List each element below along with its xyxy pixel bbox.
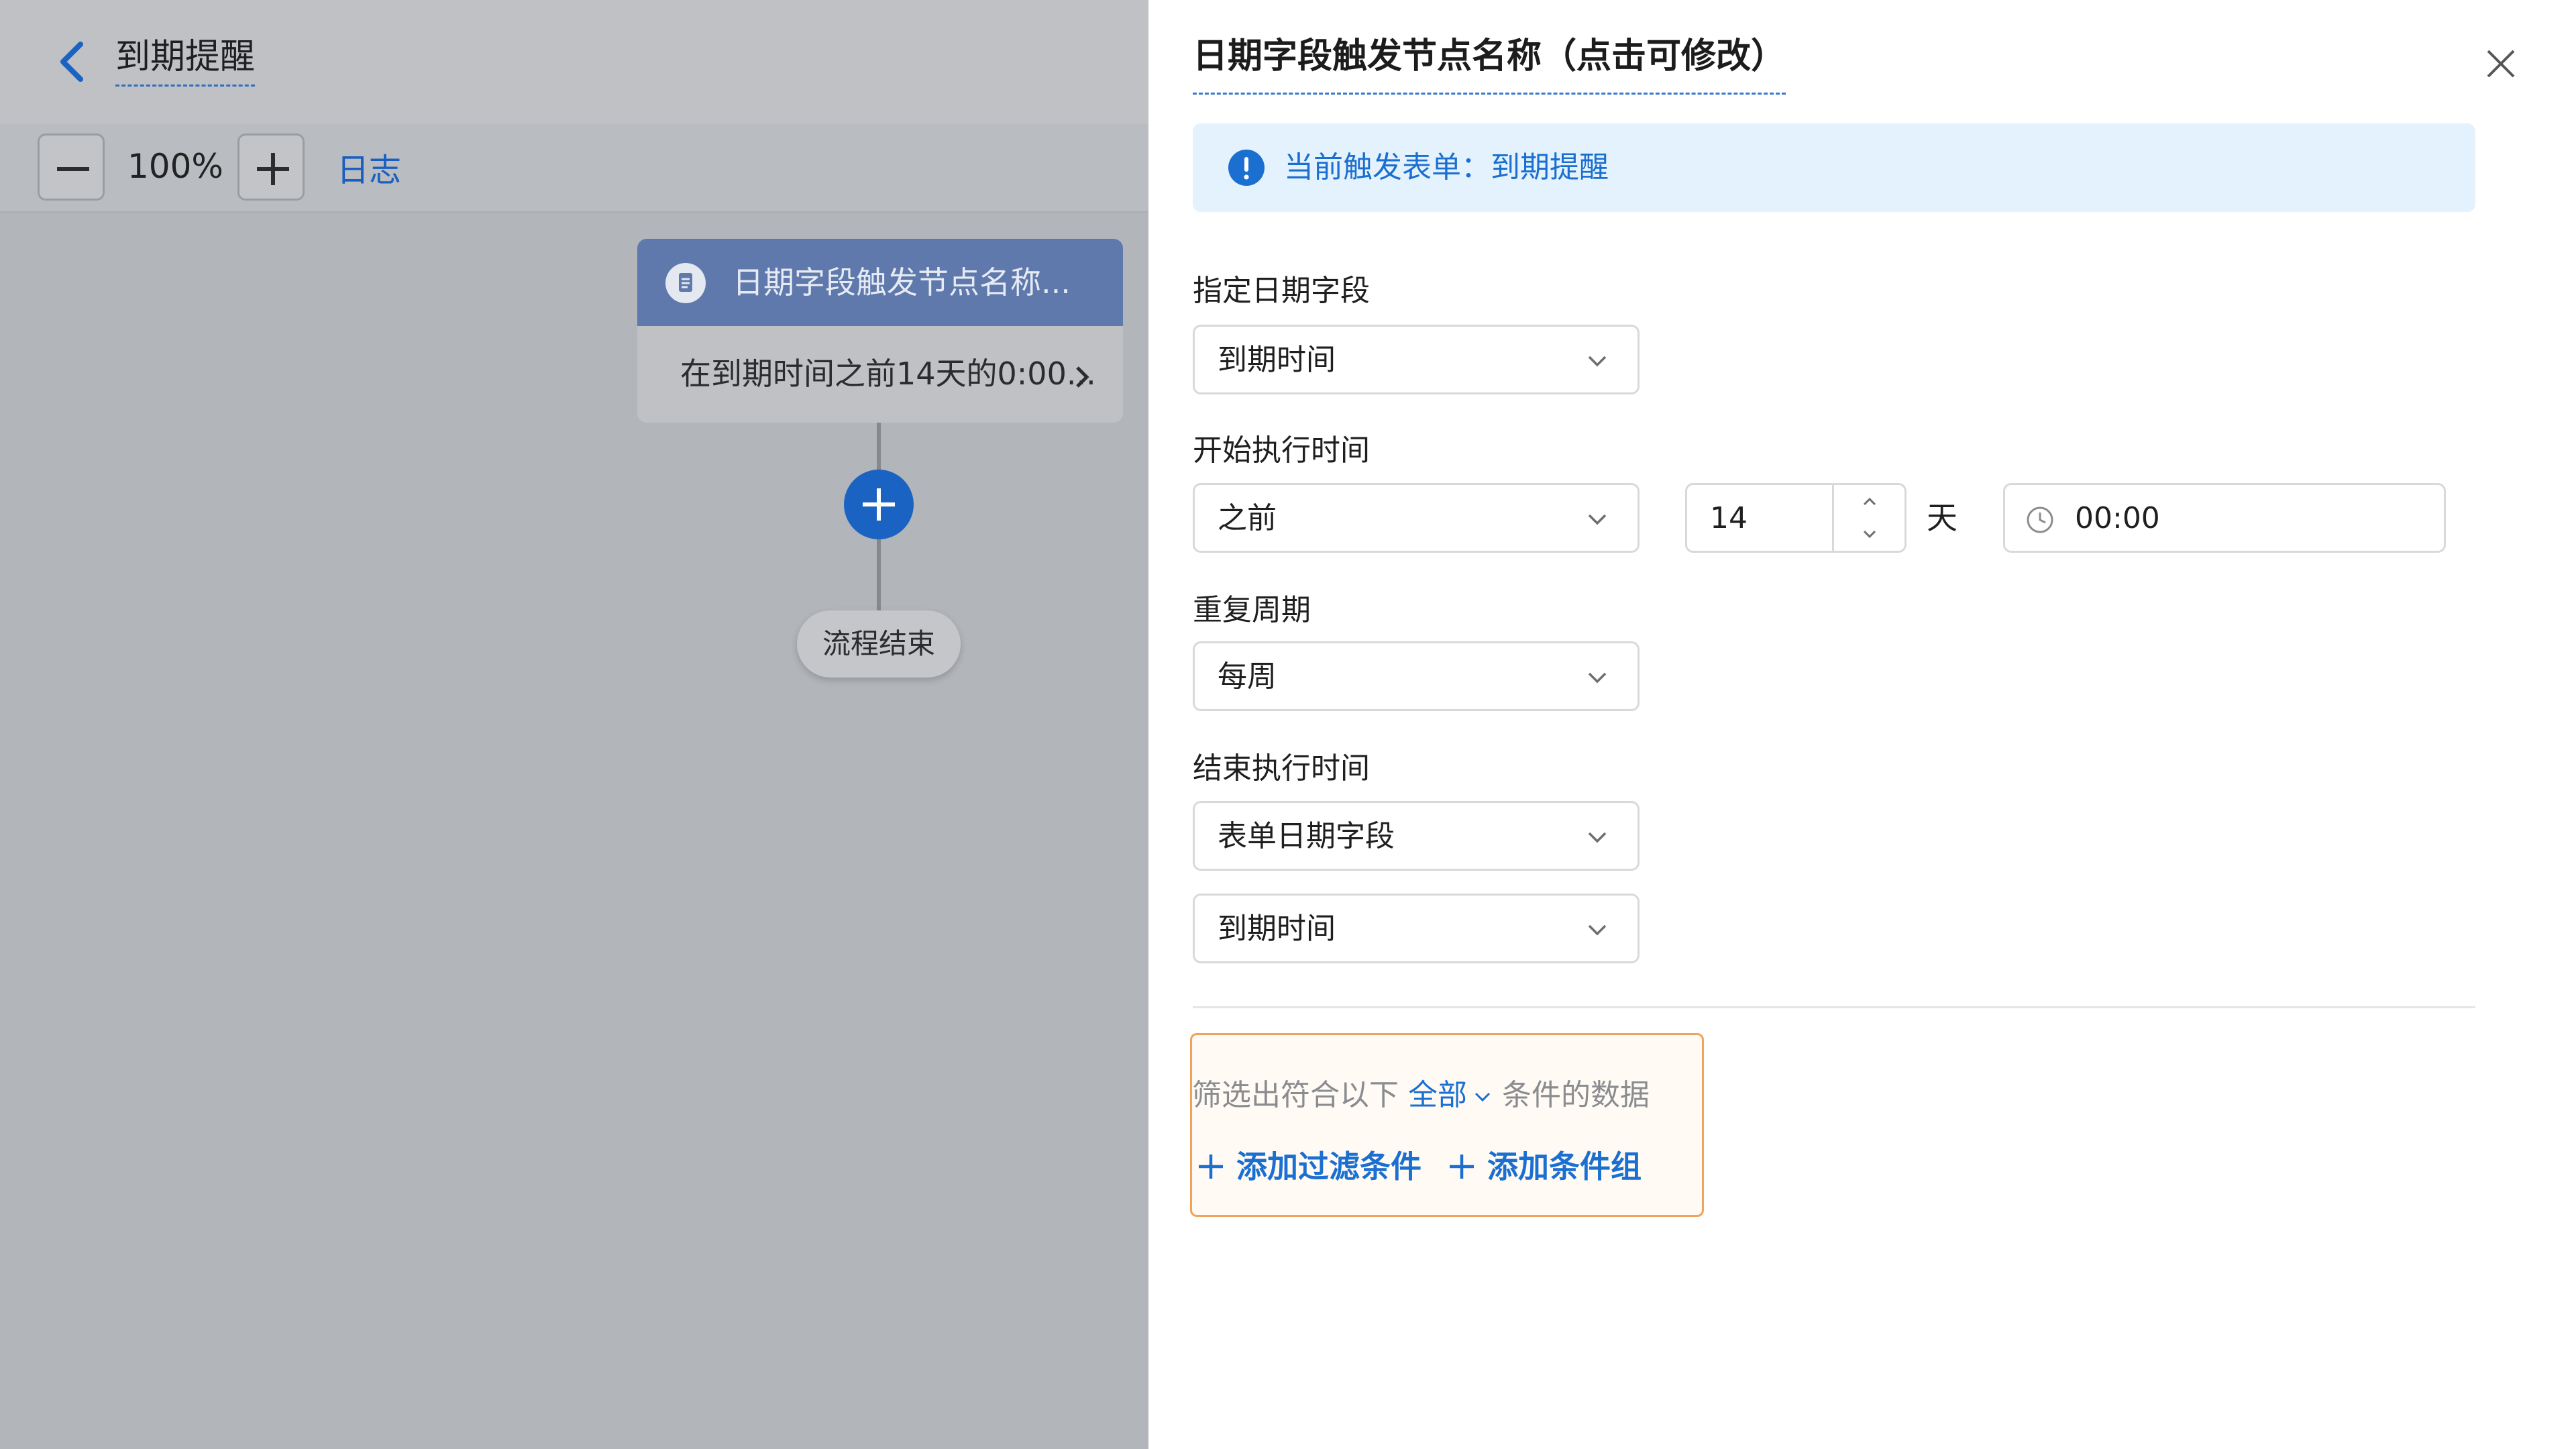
- trigger-node-summary: 在到期时间之前14天的0:00...: [680, 356, 1096, 392]
- section-divider: [1193, 1006, 2475, 1008]
- node-name-title[interactable]: 日期字段触发节点名称（点击可修改）: [1193, 32, 1786, 95]
- flow-canvas: 到期提醒 100% 日志 日期字段触发节点名称... 在到期时间之前14天的0:…: [0, 0, 1148, 1449]
- stepper-down-icon[interactable]: [1856, 524, 1883, 544]
- add-node-button[interactable]: [844, 470, 914, 539]
- end-time-label: 结束执行时间: [1193, 751, 1370, 786]
- trigger-node-title: 日期字段触发节点名称...: [733, 264, 1071, 301]
- canvas-toolbar: 100% 日志: [0, 124, 1148, 213]
- days-value: 14: [1710, 501, 1748, 535]
- trigger-node-header: 日期字段触发节点名称...: [637, 239, 1123, 326]
- chevron-down-icon: [1588, 832, 1607, 843]
- filter-mode-dropdown[interactable]: 全部: [1408, 1078, 1502, 1112]
- info-icon: [1228, 150, 1265, 186]
- trigger-form-text: 当前触发表单：到期提醒: [1284, 150, 1609, 184]
- start-time-label: 开始执行时间: [1193, 433, 1370, 468]
- minus-icon: [57, 167, 89, 171]
- zoom-level: 100%: [127, 147, 223, 186]
- add-condition-group-button[interactable]: 添加条件组: [1447, 1145, 1642, 1188]
- stepper-up-icon[interactable]: [1856, 492, 1883, 512]
- document-icon: [665, 263, 706, 303]
- days-unit-label: 天: [1927, 500, 1957, 536]
- filter-description: 筛选出符合以下 全部 条件的数据: [1192, 1074, 1650, 1117]
- chevron-down-icon: [1588, 514, 1607, 525]
- back-arrow-icon[interactable]: [52, 35, 93, 89]
- start-relation-value: 之前: [1218, 501, 1277, 535]
- time-value: 00:00: [2075, 501, 2160, 535]
- filter-suffix: 条件的数据: [1502, 1078, 1650, 1112]
- repeat-select[interactable]: 每周: [1193, 641, 1640, 711]
- end-field-select[interactable]: 到期时间: [1193, 894, 1640, 963]
- filter-conditions-box: 筛选出符合以下 全部 条件的数据 添加过滤条件 添加条件组: [1190, 1033, 1704, 1217]
- add-filter-button[interactable]: 添加过滤条件: [1196, 1145, 1421, 1188]
- end-type-value: 表单日期字段: [1218, 819, 1395, 853]
- trigger-form-banner: 当前触发表单：到期提醒: [1193, 123, 2475, 212]
- chevron-down-icon: [1474, 1092, 1491, 1102]
- date-field-value: 到期时间: [1218, 343, 1336, 377]
- plus-icon: [1199, 1154, 1223, 1179]
- node-config-panel: 日期字段触发节点名称（点击可修改） 当前触发表单：到期提醒 指定日期字段 到期时…: [1148, 0, 2576, 1449]
- plus-icon: [257, 153, 289, 185]
- add-filter-label: 添加过滤条件: [1236, 1148, 1421, 1185]
- days-number-input[interactable]: 14: [1685, 483, 1907, 553]
- chevron-down-icon: [1588, 924, 1607, 936]
- add-group-label: 添加条件组: [1487, 1148, 1642, 1185]
- zoom-in-button[interactable]: [237, 133, 305, 201]
- trigger-node-body[interactable]: 在到期时间之前14天的0:00...: [637, 326, 1123, 423]
- end-type-select[interactable]: 表单日期字段: [1193, 801, 1640, 871]
- date-field-select[interactable]: 到期时间: [1193, 325, 1640, 394]
- date-field-label: 指定日期字段: [1193, 274, 1370, 308]
- clock-icon: [2027, 506, 2053, 533]
- stepper-divider: [1832, 485, 1834, 551]
- time-picker-input[interactable]: 00:00: [2003, 483, 2446, 553]
- chevron-right-icon: [1076, 366, 1089, 388]
- repeat-label: 重复周期: [1193, 593, 1311, 627]
- log-link[interactable]: 日志: [337, 147, 401, 194]
- flow-end-node: 流程结束: [797, 610, 961, 678]
- zoom-out-button[interactable]: [38, 133, 105, 201]
- repeat-value: 每周: [1218, 659, 1277, 694]
- plus-icon: [863, 488, 895, 521]
- flow-title[interactable]: 到期提醒: [115, 34, 256, 87]
- close-icon[interactable]: [2485, 48, 2516, 79]
- start-relation-select[interactable]: 之前: [1193, 483, 1640, 553]
- filter-mode-value: 全部: [1408, 1078, 1467, 1112]
- flow-header: 到期提醒: [0, 0, 1148, 124]
- trigger-node-card[interactable]: 日期字段触发节点名称... 在到期时间之前14天的0:00...: [637, 239, 1123, 423]
- chevron-down-icon: [1588, 672, 1607, 684]
- end-field-value: 到期时间: [1218, 912, 1336, 946]
- chevron-down-icon: [1588, 356, 1607, 367]
- plus-icon: [1450, 1154, 1474, 1179]
- filter-prefix: 筛选出符合以下: [1192, 1078, 1399, 1112]
